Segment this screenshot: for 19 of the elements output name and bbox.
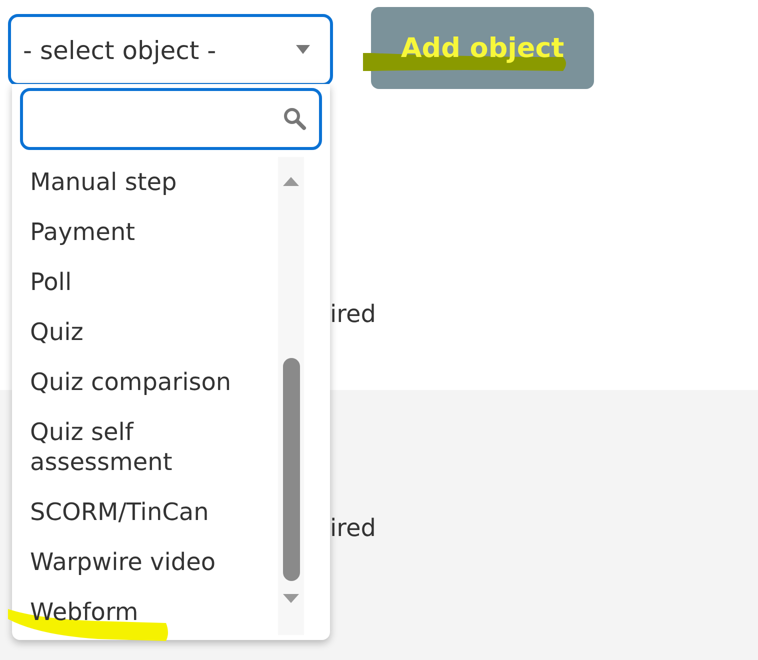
search-field[interactable] [20,88,322,150]
row-text: ired [330,299,376,329]
select-field[interactable]: - select object - [8,14,333,86]
option-item[interactable]: Warpwire video [30,547,216,577]
option-item[interactable]: Quiz self assessment [30,417,274,477]
scrollbar-track[interactable] [278,157,304,635]
scroll-down-icon[interactable] [283,594,299,604]
option-item[interactable]: Webform [30,597,138,627]
scroll-up-icon[interactable] [283,176,299,186]
search-icon [283,107,307,131]
option-item[interactable]: Payment [30,217,136,247]
option-item[interactable]: Quiz [30,317,84,347]
option-item[interactable]: SCORM/TinCan [30,497,209,527]
option-item[interactable]: Manual step [30,167,177,197]
option-item[interactable]: Quiz comparison [30,367,232,397]
caret-icon [296,45,310,55]
scrollbar-thumb[interactable] [282,358,300,581]
option-item[interactable]: Poll [30,267,72,297]
row-text: ired [330,513,376,543]
